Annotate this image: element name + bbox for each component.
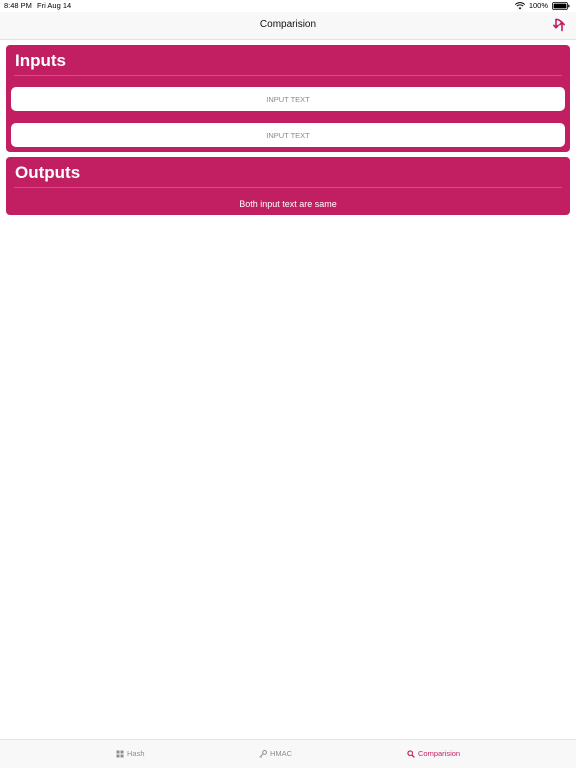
page-title: Comparision bbox=[259, 19, 317, 30]
navigation-bar: Comparision bbox=[0, 12, 576, 40]
inputs-card-title: Inputs bbox=[15, 51, 66, 70]
status-bar: 8:48 PM Fri Aug 14 100% bbox=[0, 0, 576, 12]
wifi-icon bbox=[514, 2, 525, 10]
first-input-field[interactable] bbox=[11, 87, 565, 111]
arrow-swap-icon[interactable] bbox=[552, 18, 566, 32]
battery-icon bbox=[552, 2, 570, 10]
inputs-divider bbox=[14, 75, 562, 76]
tab-comparision-label: Comparision bbox=[418, 749, 461, 758]
tab-hash-label: Hash bbox=[127, 749, 145, 758]
tab-hash[interactable]: Hash bbox=[116, 749, 145, 758]
tab-comparision[interactable]: Comparision bbox=[407, 749, 460, 758]
status-time: 8:48 PM bbox=[4, 1, 32, 10]
tab-hmac[interactable]: HMAC bbox=[259, 749, 292, 758]
key-icon bbox=[259, 749, 267, 758]
outputs-card-title: Outputs bbox=[15, 163, 81, 182]
comparison-result-text: Both input text are same bbox=[239, 199, 337, 209]
tab-bar: Hash HMAC Comparision bbox=[0, 739, 576, 768]
status-date: Fri Aug 14 bbox=[37, 1, 72, 10]
magnifier-icon bbox=[407, 749, 415, 758]
battery-percentage: 100% bbox=[528, 1, 548, 10]
status-right: 100% bbox=[514, 0, 570, 12]
second-input-field[interactable] bbox=[11, 123, 565, 147]
tab-hmac-label: HMAC bbox=[270, 749, 293, 758]
grid-icon bbox=[116, 750, 124, 757]
outputs-divider bbox=[14, 187, 562, 188]
inputs-card: Inputs bbox=[6, 45, 570, 152]
outputs-card: Outputs Both input text are same bbox=[6, 157, 570, 215]
